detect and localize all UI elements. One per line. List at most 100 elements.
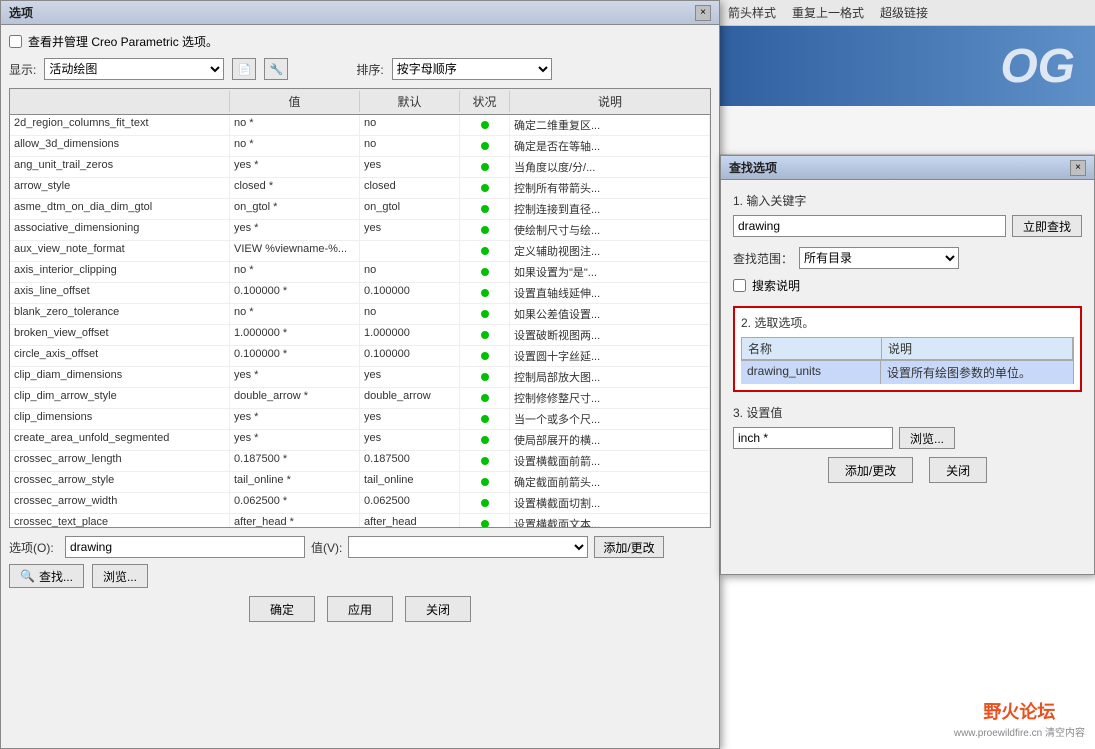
ribbon-arrow-style[interactable]: 箭头样式 [728,4,776,21]
find-input-row: 立即查找 [733,215,1082,237]
search-browse-row: 🔍 查找... 浏览... [9,564,711,588]
td-default: yes [360,367,460,387]
td-desc: 确定截面前箭头... [510,472,710,492]
find-keyword-input[interactable] [733,215,1006,237]
value-label: 值(V): [311,539,342,556]
table-row[interactable]: asme_dtm_on_dia_dim_gtol on_gtol * on_gt… [10,199,710,220]
td-desc: 控制所有带箭头... [510,178,710,198]
apply-button[interactable]: 应用 [327,596,393,622]
find-results-header: 名称 说明 [741,337,1074,360]
td-value: double_arrow * [230,388,360,408]
table-row[interactable]: blank_zero_tolerance no * no 如果公差值设置... [10,304,710,325]
td-value: 0.187500 * [230,451,360,471]
table-row[interactable]: crossec_arrow_width 0.062500 * 0.062500 … [10,493,710,514]
display-icon-btn2[interactable]: 🔧 [264,58,288,80]
find-range-row: 查找范围： 所有目录 [733,247,1082,269]
table-row[interactable]: allow_3d_dimensions no * no 确定是否在等轴... [10,136,710,157]
table-row[interactable]: crossec_text_place after_head * after_he… [10,514,710,527]
table-row[interactable]: aux_view_note_format VIEW %viewname-%...… [10,241,710,262]
find-range-select[interactable]: 所有目录 [799,247,959,269]
table-row[interactable]: clip_dim_arrow_style double_arrow * doub… [10,388,710,409]
confirm-button[interactable]: 确定 [249,596,315,622]
td-value: no * [230,262,360,282]
table-row[interactable]: clip_dimensions yes * yes 当一个或多个尺... [10,409,710,430]
search-desc-label: 搜索说明 [752,277,800,294]
table-row[interactable]: circle_axis_offset 0.100000 * 0.100000 设… [10,346,710,367]
td-default: double_arrow [360,388,460,408]
find-dialog-close-button[interactable]: × [1070,160,1086,176]
td-status [460,451,510,471]
status-dot [481,121,489,129]
td-name: axis_line_offset [10,283,230,303]
search-icon: 🔍 [20,569,35,583]
table-row[interactable]: crossec_arrow_length 0.187500 * 0.187500… [10,451,710,472]
horizontal-scrollbar[interactable] [10,527,710,528]
table-row[interactable]: create_area_unfold_segmented yes * yes 使… [10,430,710,451]
find-checkbox-row: 搜索说明 [733,277,1082,294]
find-value-input[interactable] [733,427,893,449]
td-name: create_area_unfold_segmented [10,430,230,450]
td-value: yes * [230,220,360,240]
status-dot [481,352,489,360]
td-default: 0.187500 [360,451,460,471]
td-desc: 当一个或多个尺... [510,409,710,429]
display-select[interactable]: 活动绘图 [44,58,224,80]
ribbon-logo-area: OG [720,26,1095,106]
status-dot [481,331,489,339]
options-input[interactable] [65,536,305,558]
table-row[interactable]: ang_unit_trail_zeros yes * yes 当角度以度/分/.… [10,157,710,178]
search-button[interactable]: 🔍 查找... [9,564,84,588]
add-change-button[interactable]: 添加/更改 [594,536,663,558]
find-dialog-titlebar: 查找选项 × [721,156,1094,180]
td-desc: 控制连接到直径... [510,199,710,219]
options-row: 选项(O): 值(V): 添加/更改 [9,536,711,558]
find-set-value-section: 3. 设置值 浏览... [733,404,1082,449]
browse-button[interactable]: 浏览... [92,564,148,588]
td-value: 1.000000 * [230,325,360,345]
td-desc: 设置圆十字丝延... [510,346,710,366]
find-now-button[interactable]: 立即查找 [1012,215,1082,237]
td-default [360,241,460,261]
status-dot [481,373,489,381]
find-section1-label: 1. 输入关键字 [733,192,1082,209]
td-desc: 控制局部放大图... [510,367,710,387]
ribbon-repeat-format[interactable]: 重复上一格式 [792,4,864,21]
table-row[interactable]: axis_interior_clipping no * no 如果设置为"是".… [10,262,710,283]
main-dialog-body: 查看并管理 Creo Parametric 选项。 显示: 活动绘图 📄 🔧 排… [1,25,719,630]
find-th-name: 名称 [742,338,882,359]
manage-prefs-checkbox[interactable] [9,35,22,48]
main-dialog-close-button[interactable]: × [695,5,711,21]
sort-select[interactable]: 按字母顺序 [392,58,552,80]
find-result-row[interactable]: drawing_units 设置所有绘图参数的单位。 [741,360,1074,384]
close-button[interactable]: 关闭 [405,596,471,622]
status-dot [481,478,489,486]
table-row[interactable]: associative_dimensioning yes * yes 使绘制尺寸… [10,220,710,241]
table-row[interactable]: axis_line_offset 0.100000 * 0.100000 设置直… [10,283,710,304]
status-dot [481,499,489,507]
watermark-logo: 野火论坛 www.proewildfire.cn 清空内容 [954,698,1085,739]
value-select[interactable] [348,536,588,558]
td-desc: 控制修修整尺寸... [510,388,710,408]
td-default: 0.100000 [360,283,460,303]
find-close-dialog-button[interactable]: 关闭 [929,457,987,483]
table-row[interactable]: arrow_style closed * closed 控制所有带箭头... [10,178,710,199]
display-icon-btn1[interactable]: 📄 [232,58,256,80]
table-row[interactable]: clip_diam_dimensions yes * yes 控制局部放大图..… [10,367,710,388]
td-desc: 设置破断视图两... [510,325,710,345]
find-add-change-button[interactable]: 添加/更改 [828,457,913,483]
td-name: crossec_arrow_length [10,451,230,471]
td-status [460,367,510,387]
table-row[interactable]: broken_view_offset 1.000000 * 1.000000 设… [10,325,710,346]
options-table: 值 默认 状况 说明 2d_region_columns_fit_text no… [9,88,711,528]
status-dot [481,163,489,171]
status-dot [481,226,489,234]
td-name: allow_3d_dimensions [10,136,230,156]
display-label: 显示: [9,61,36,78]
search-desc-checkbox[interactable] [733,279,746,292]
table-row[interactable]: 2d_region_columns_fit_text no * no 确定二维重… [10,115,710,136]
table-row[interactable]: crossec_arrow_style tail_online * tail_o… [10,472,710,493]
ribbon-hyperlink[interactable]: 超级链接 [880,4,928,21]
td-status [460,199,510,219]
td-name: crossec_arrow_width [10,493,230,513]
find-browse-button[interactable]: 浏览... [899,427,955,449]
